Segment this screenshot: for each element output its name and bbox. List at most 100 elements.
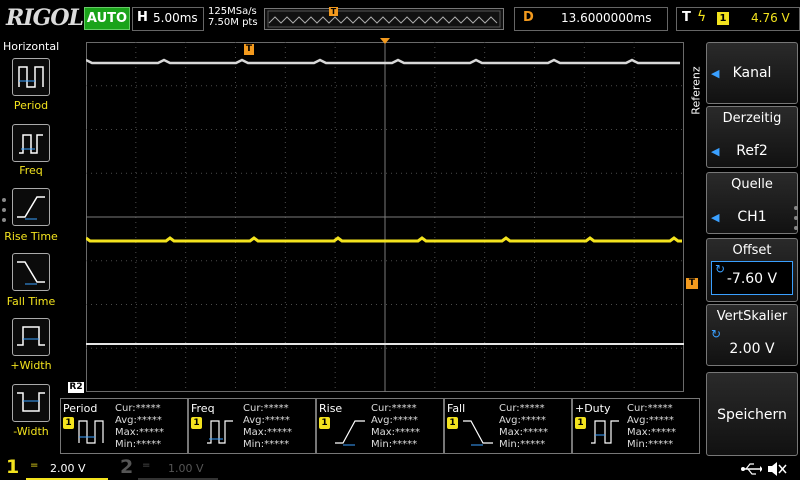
pos-duty-icon: [591, 420, 619, 444]
memory-overview-graphic: [267, 10, 501, 28]
d-label: D: [523, 10, 534, 25]
measurement-max: Max:*****: [371, 427, 421, 438]
trigger-delay-box[interactable]: D 13.6000000ms: [514, 7, 668, 31]
acquisition-info: 125MSa/s 7.50M pts: [208, 6, 258, 28]
fall-time-icon: [463, 420, 493, 446]
measure-pos-width-label: +Width: [10, 359, 52, 372]
quelle-softkey[interactable]: Quelle ◀ CH1: [706, 172, 798, 234]
measurement-avg: Avg:*****: [627, 415, 674, 426]
fall-time-icon: [17, 261, 45, 285]
measure-fall-time-button[interactable]: [12, 253, 50, 291]
menu-tab-label: Referenz: [689, 66, 703, 115]
measurement-freq[interactable]: Freq 1 Cur:***** Avg:***** Max:***** Min…: [188, 398, 316, 454]
timebase-value: 5.00ms: [153, 11, 198, 25]
ch1-number[interactable]: 1: [6, 456, 19, 478]
offset-value: -7.60 V: [726, 271, 778, 287]
measure-period-label: Period: [13, 99, 49, 112]
measurement-channel-badge: 1: [63, 417, 74, 429]
ch2-scale: 1.00 V: [168, 462, 204, 475]
ch2-status-box[interactable]: = 1.00 V: [138, 460, 218, 480]
sample-rate: 125MSa/s: [208, 6, 257, 17]
channel-status-bar: 1 = 2.00 V 2 = 1.00 V: [0, 456, 800, 480]
quelle-value: CH1: [737, 209, 767, 225]
measure-pos-width-button[interactable]: [12, 318, 50, 356]
measurement-cur: Cur:*****: [627, 403, 673, 414]
measurement-avg: Avg:*****: [243, 415, 290, 426]
measure-neg-width-button[interactable]: [12, 384, 50, 422]
period-icon: [78, 420, 104, 444]
measurement-channel-badge: 1: [191, 417, 202, 429]
memory-trigger-marker: T: [329, 7, 338, 16]
measurement-max: Max:*****: [243, 427, 293, 438]
ch2-coupling-icon: =: [142, 460, 151, 471]
vertskalier-softkey[interactable]: VertSkalier ↻ 2.00 V: [706, 304, 798, 366]
measurement-period[interactable]: Period 1 Cur:***** Avg:***** Max:***** M…: [60, 398, 188, 454]
horizontal-timebase-box[interactable]: H 5.00ms: [132, 7, 204, 31]
speaker-mute-icon[interactable]: [766, 460, 788, 478]
trigger-position-marker[interactable]: T: [244, 44, 254, 55]
trigger-source-badge: 1: [717, 12, 729, 25]
kanal-label: Kanal: [732, 65, 772, 81]
measurement-pos-duty[interactable]: +Duty 1 Cur:***** Avg:***** Max:***** Mi…: [572, 398, 700, 454]
measurement-rise[interactable]: Rise 1 Cur:***** Avg:***** Max:***** Min…: [316, 398, 444, 454]
measure-rise-time-button[interactable]: [12, 188, 50, 226]
measurement-channel-badge: 1: [447, 417, 458, 429]
rigol-logo: RIGOL: [6, 5, 84, 31]
measurement-cur: Cur:*****: [115, 403, 161, 414]
vertskalier-value: 2.00 V: [729, 341, 775, 357]
derzeitig-value: Ref2: [736, 143, 768, 159]
derzeitig-softkey[interactable]: Derzeitig ◀ Ref2: [706, 106, 798, 168]
ch2-number[interactable]: 2: [120, 456, 133, 478]
h-label: H: [137, 10, 148, 25]
measurement-min: Min:*****: [243, 439, 290, 450]
measurement-cur: Cur:*****: [499, 403, 545, 414]
auto-button[interactable]: AUTO: [84, 7, 130, 30]
measure-freq-label: Freq: [19, 164, 43, 177]
center-position-arrow: [380, 38, 390, 44]
menu-scroll-dot: [2, 198, 6, 202]
measure-period-button[interactable]: [12, 58, 50, 96]
measurement-name: Freq: [191, 402, 215, 415]
usb-icon: [741, 463, 762, 475]
measurement-name: Rise: [319, 402, 343, 415]
memory-depth: 7.50M pts: [208, 17, 258, 28]
measurement-fall[interactable]: Fall 1 Cur:***** Avg:***** Max:***** Min…: [444, 398, 572, 454]
menu-scroll-dot: [794, 216, 798, 220]
measurement-channel-badge: 1: [575, 417, 586, 429]
trigger-level: 4.76 V: [751, 11, 790, 25]
measurement-min: Min:*****: [115, 439, 162, 450]
kanal-softkey[interactable]: ◀ Kanal: [706, 42, 798, 104]
measurement-name: Fall: [447, 402, 466, 415]
memory-waveform-overview[interactable]: T: [264, 7, 504, 30]
rise-time-icon: [335, 420, 365, 446]
measure-neg-width-label: -Width: [13, 425, 49, 438]
measure-freq-button[interactable]: [12, 124, 50, 162]
measure-fall-time-label: Fall Time: [6, 295, 56, 308]
offset-softkey[interactable]: Offset ↻ -7.60 V: [706, 238, 798, 302]
graticule: [85, 42, 684, 392]
ch1-coupling-icon: =: [30, 460, 39, 471]
ch1-status-box[interactable]: = 2.00 V: [26, 460, 108, 480]
menu-tab: Referenz: [688, 50, 706, 134]
t-label: T: [682, 10, 691, 25]
waveform-grid[interactable]: T R2 T: [68, 38, 698, 393]
measurement-avg: Avg:*****: [371, 415, 418, 426]
freq-icon: [19, 134, 43, 154]
measure-menu-panel: Horizontal Period Freq Rise Time Fall Ti…: [0, 38, 60, 458]
speichern-label: Speichern: [717, 407, 787, 423]
vertskalier-title: VertSkalier: [716, 309, 788, 324]
speichern-softkey[interactable]: Speichern: [706, 372, 798, 456]
measurement-avg: Avg:*****: [499, 415, 546, 426]
reference-menu-panel: Referenz ◀ Kanal Derzeitig ◀ Ref2 Quelle…: [688, 38, 800, 458]
quelle-title: Quelle: [731, 177, 773, 192]
trigger-settings-box[interactable]: T ϟ 1 4.76 V: [676, 7, 800, 31]
measurement-cur: Cur:*****: [243, 403, 289, 414]
ref2-label: R2: [68, 382, 84, 393]
ch1-scale: 2.00 V: [50, 462, 86, 475]
measurement-name: +Duty: [575, 402, 611, 415]
top-status-bar: RIGOL AUTO H 5.00ms 125MSa/s 7.50M pts T…: [0, 0, 800, 38]
rise-time-icon: [17, 196, 45, 220]
offset-title: Offset: [732, 243, 772, 258]
offset-value-box[interactable]: ↻ -7.60 V: [711, 261, 793, 295]
neg-width-icon: [17, 392, 45, 412]
